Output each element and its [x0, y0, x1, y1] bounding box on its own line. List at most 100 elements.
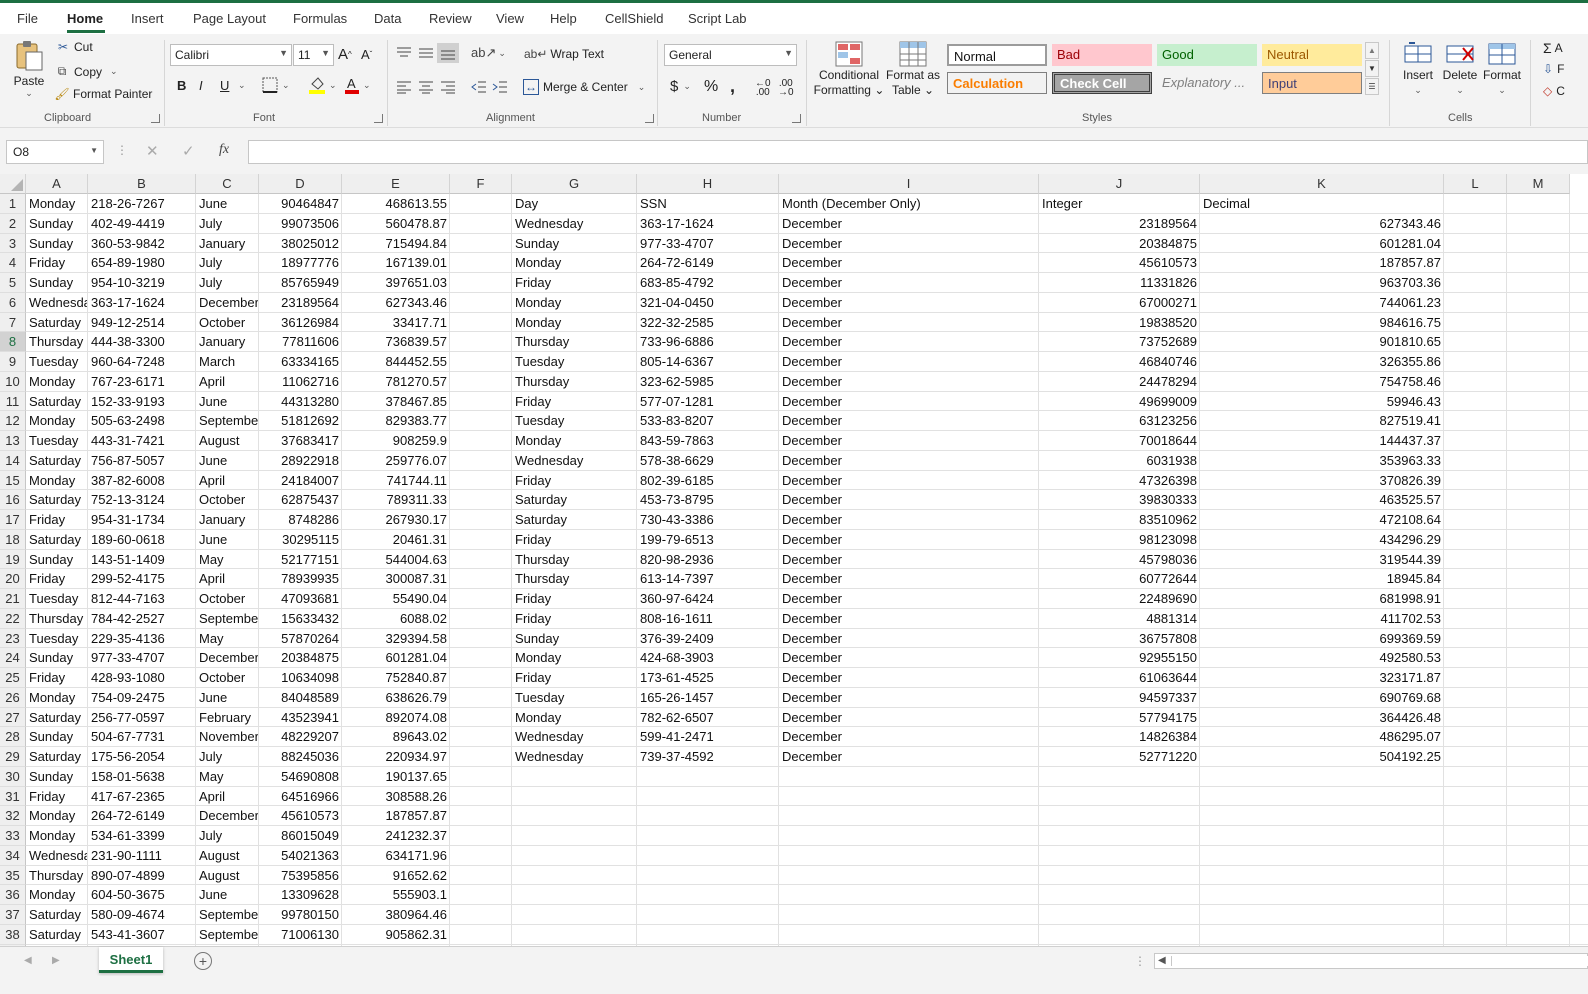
- cell-k28[interactable]: 486295.07: [1200, 727, 1443, 747]
- row-header[interactable]: 36: [0, 885, 26, 905]
- font-name-combo[interactable]: Calibri ▼: [170, 44, 292, 66]
- cell-b22[interactable]: 784-42-2527: [88, 609, 195, 629]
- cell-k14[interactable]: 353963.33: [1200, 451, 1443, 471]
- cell-d20[interactable]: 78939935: [259, 569, 341, 589]
- cell-b36[interactable]: 604-50-3675: [88, 885, 195, 905]
- style-calculation[interactable]: Calculation: [947, 72, 1047, 94]
- cell-d25[interactable]: 10634098: [259, 668, 341, 688]
- cell-h11[interactable]: 577-07-1281: [637, 392, 778, 412]
- cell-b5[interactable]: 954-10-3219: [88, 273, 195, 293]
- row-header[interactable]: 33: [0, 826, 26, 846]
- cell-i22[interactable]: December: [779, 609, 1038, 629]
- cell-a15[interactable]: Monday: [26, 471, 87, 491]
- increase-decimal-button[interactable]: ←0.00: [755, 79, 771, 98]
- cell-j5[interactable]: 11331826: [1039, 273, 1199, 293]
- cell-e33[interactable]: 241232.37: [342, 826, 449, 846]
- merge-center-button[interactable]: ↔ Merge & Center ⌄: [523, 79, 645, 95]
- cell-a38[interactable]: Saturday: [26, 925, 87, 945]
- cell-k27[interactable]: 364426.48: [1200, 708, 1443, 728]
- cell-h26[interactable]: 165-26-1457: [637, 688, 778, 708]
- increase-indent-button[interactable]: [492, 80, 508, 94]
- cell-k21[interactable]: 681998.91: [1200, 589, 1443, 609]
- cell-k23[interactable]: 699369.59: [1200, 629, 1443, 649]
- cell-j19[interactable]: 45798036: [1039, 550, 1199, 570]
- chevron-down-icon[interactable]: ▼: [90, 146, 98, 155]
- cell-e5[interactable]: 397651.03: [342, 273, 449, 293]
- row-header[interactable]: 23: [0, 628, 26, 649]
- tab-script-lab[interactable]: Script Lab: [688, 11, 747, 26]
- cell-h19[interactable]: 820-98-2936: [637, 550, 778, 570]
- font-color-button[interactable]: A ⌄: [344, 75, 371, 95]
- scroll-sheets-right-icon[interactable]: ▶: [52, 955, 60, 966]
- cell-a23[interactable]: Tuesday: [26, 629, 87, 649]
- cell-h21[interactable]: 360-97-6424: [637, 589, 778, 609]
- cell-e24[interactable]: 601281.04: [342, 648, 449, 668]
- cell-e23[interactable]: 329394.58: [342, 629, 449, 649]
- delete-cells-button[interactable]: Delete ⌄: [1442, 40, 1478, 98]
- cell-j6[interactable]: 67000271: [1039, 293, 1199, 313]
- cell-a22[interactable]: Thursday: [26, 609, 87, 629]
- cell-d26[interactable]: 84048589: [259, 688, 341, 708]
- row-header[interactable]: 6: [0, 292, 26, 313]
- cell-b28[interactable]: 504-67-7731: [88, 727, 195, 747]
- cell-c28[interactable]: November: [196, 727, 258, 747]
- cell-h13[interactable]: 843-59-7863: [637, 431, 778, 451]
- cell-e17[interactable]: 267930.17: [342, 510, 449, 530]
- cell-k20[interactable]: 18945.84: [1200, 569, 1443, 589]
- spreadsheet-grid[interactable]: A B C D E F G H I J K L M 1 2 3 4 5 6 7 8 9 10 11 12 13 14 15 16 17 18…: [0, 174, 1588, 946]
- cell-j2[interactable]: 23189564: [1039, 214, 1199, 234]
- tab-cellshield[interactable]: CellShield: [605, 11, 664, 26]
- cell-d6[interactable]: 23189564: [259, 293, 341, 313]
- cell-a2[interactable]: Sunday: [26, 214, 87, 234]
- cell-j12[interactable]: 63123256: [1039, 411, 1199, 431]
- cell-d10[interactable]: 11062716: [259, 372, 341, 392]
- cell-i10[interactable]: December: [779, 372, 1038, 392]
- cell-i1[interactable]: Month (December Only): [779, 194, 1038, 214]
- cell-c12[interactable]: September: [196, 411, 258, 431]
- cell-g11[interactable]: Friday: [512, 392, 636, 412]
- format-cells-button[interactable]: Format ⌄: [1482, 40, 1522, 98]
- cell-i5[interactable]: December: [779, 273, 1038, 293]
- align-middle-button[interactable]: [418, 46, 434, 60]
- insert-cells-button[interactable]: Insert ⌄: [1400, 40, 1436, 98]
- tab-review[interactable]: Review: [429, 11, 472, 26]
- cell-k19[interactable]: 319544.39: [1200, 550, 1443, 570]
- cell-k11[interactable]: 59946.43: [1200, 392, 1443, 412]
- cell-c10[interactable]: April: [196, 372, 258, 392]
- cell-g1[interactable]: Day: [512, 194, 636, 214]
- cell-c6[interactable]: December: [196, 293, 258, 313]
- cell-j23[interactable]: 36757808: [1039, 629, 1199, 649]
- sheet-tab-sheet1[interactable]: Sheet1: [99, 947, 163, 973]
- cell-i13[interactable]: December: [779, 431, 1038, 451]
- cell-h15[interactable]: 802-39-6185: [637, 471, 778, 491]
- format-painter-button[interactable]: 🖌 Format Painter: [53, 87, 152, 101]
- cell-e21[interactable]: 55490.04: [342, 589, 449, 609]
- cell-b7[interactable]: 949-12-2514: [88, 313, 195, 333]
- row-header[interactable]: 20: [0, 569, 26, 589]
- format-as-table-button[interactable]: Format as Table ⌄: [884, 40, 942, 98]
- row-header[interactable]: 12: [0, 411, 26, 431]
- scroll-left-icon[interactable]: ◀: [1158, 955, 1166, 966]
- cell-j8[interactable]: 73752689: [1039, 332, 1199, 352]
- cell-j27[interactable]: 57794175: [1039, 708, 1199, 728]
- cell-a21[interactable]: Tuesday: [26, 589, 87, 609]
- clear-button[interactable]: ◇ C: [1543, 84, 1565, 98]
- cell-g4[interactable]: Monday: [512, 253, 636, 273]
- cell-a37[interactable]: Saturday: [26, 905, 87, 925]
- new-sheet-button[interactable]: +: [194, 952, 212, 970]
- cell-h28[interactable]: 599-41-2471: [637, 727, 778, 747]
- cell-a7[interactable]: Saturday: [26, 313, 87, 333]
- row-header[interactable]: 14: [0, 450, 26, 471]
- cell-d37[interactable]: 99780150: [259, 905, 341, 925]
- scrollbar-thumb[interactable]: [1171, 956, 1588, 966]
- number-format-combo[interactable]: General ▼: [664, 44, 797, 66]
- cell-g6[interactable]: Monday: [512, 293, 636, 313]
- row-header[interactable]: 13: [0, 431, 26, 451]
- cell-b19[interactable]: 143-51-1409: [88, 550, 195, 570]
- cell-c3[interactable]: January: [196, 234, 258, 254]
- cell-c31[interactable]: April: [196, 787, 258, 807]
- cell-k5[interactable]: 963703.36: [1200, 273, 1443, 293]
- align-center-button[interactable]: [418, 80, 434, 94]
- underline-dropdown-icon[interactable]: ⌄: [238, 80, 246, 91]
- cell-g12[interactable]: Tuesday: [512, 411, 636, 431]
